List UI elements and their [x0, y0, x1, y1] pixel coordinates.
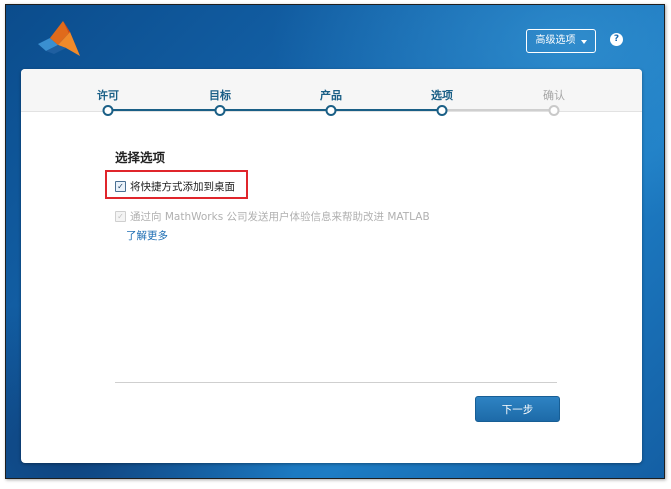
- step-label-products: 产品: [320, 89, 342, 102]
- step-label-destination: 目标: [209, 89, 231, 102]
- progress-stepper: 许可 目标 产品 选项 确认: [21, 69, 642, 116]
- step-label-confirm: 确认: [543, 89, 565, 102]
- usage-info-label: 通过向 MathWorks 公司发送用户体验信息来帮助改进 MATLAB: [130, 211, 430, 223]
- option-send-usage-info: ✓ 通过向 MathWorks 公司发送用户体验信息来帮助改进 MATLAB: [115, 209, 430, 224]
- usage-info-checkbox: ✓: [115, 211, 126, 222]
- desktop-shortcut-checkbox[interactable]: ✓: [115, 181, 126, 192]
- help-icon[interactable]: ?: [610, 33, 623, 46]
- footer-divider: [115, 382, 557, 383]
- main-panel: 许可 目标 产品 选项 确认 选择选项 ✓ 将快捷方式添加到桌面 ✓ 通过向 M…: [21, 69, 642, 463]
- advanced-options-button[interactable]: 高级选项: [526, 29, 596, 53]
- step-dot-license: [102, 105, 114, 116]
- step-dot-destination: [214, 105, 226, 116]
- option-desktop-shortcut[interactable]: ✓ 将快捷方式添加到桌面: [115, 179, 235, 194]
- chevron-down-icon: [580, 39, 587, 44]
- step-label-license: 许可: [97, 89, 119, 102]
- section-title: 选择选项: [115, 150, 166, 165]
- step-label-options: 选项: [431, 89, 453, 102]
- step-dot-options: [436, 105, 448, 116]
- progress-line-pending: [440, 109, 552, 111]
- matlab-logo: [38, 21, 80, 56]
- desktop-shortcut-label: 将快捷方式添加到桌面: [130, 181, 235, 193]
- step-dot-confirm: [548, 105, 560, 116]
- installer-window: 高级选项 ? 许可 目标 产品 选项 确认 选择选项 ✓ 将快捷方式添加到桌面 …: [5, 4, 665, 479]
- step-dot-products: [325, 105, 337, 116]
- next-button[interactable]: 下一步: [475, 396, 560, 422]
- learn-more-link[interactable]: 了解更多: [126, 228, 168, 243]
- advanced-options-label: 高级选项: [535, 35, 576, 46]
- progress-line-complete: [108, 109, 440, 111]
